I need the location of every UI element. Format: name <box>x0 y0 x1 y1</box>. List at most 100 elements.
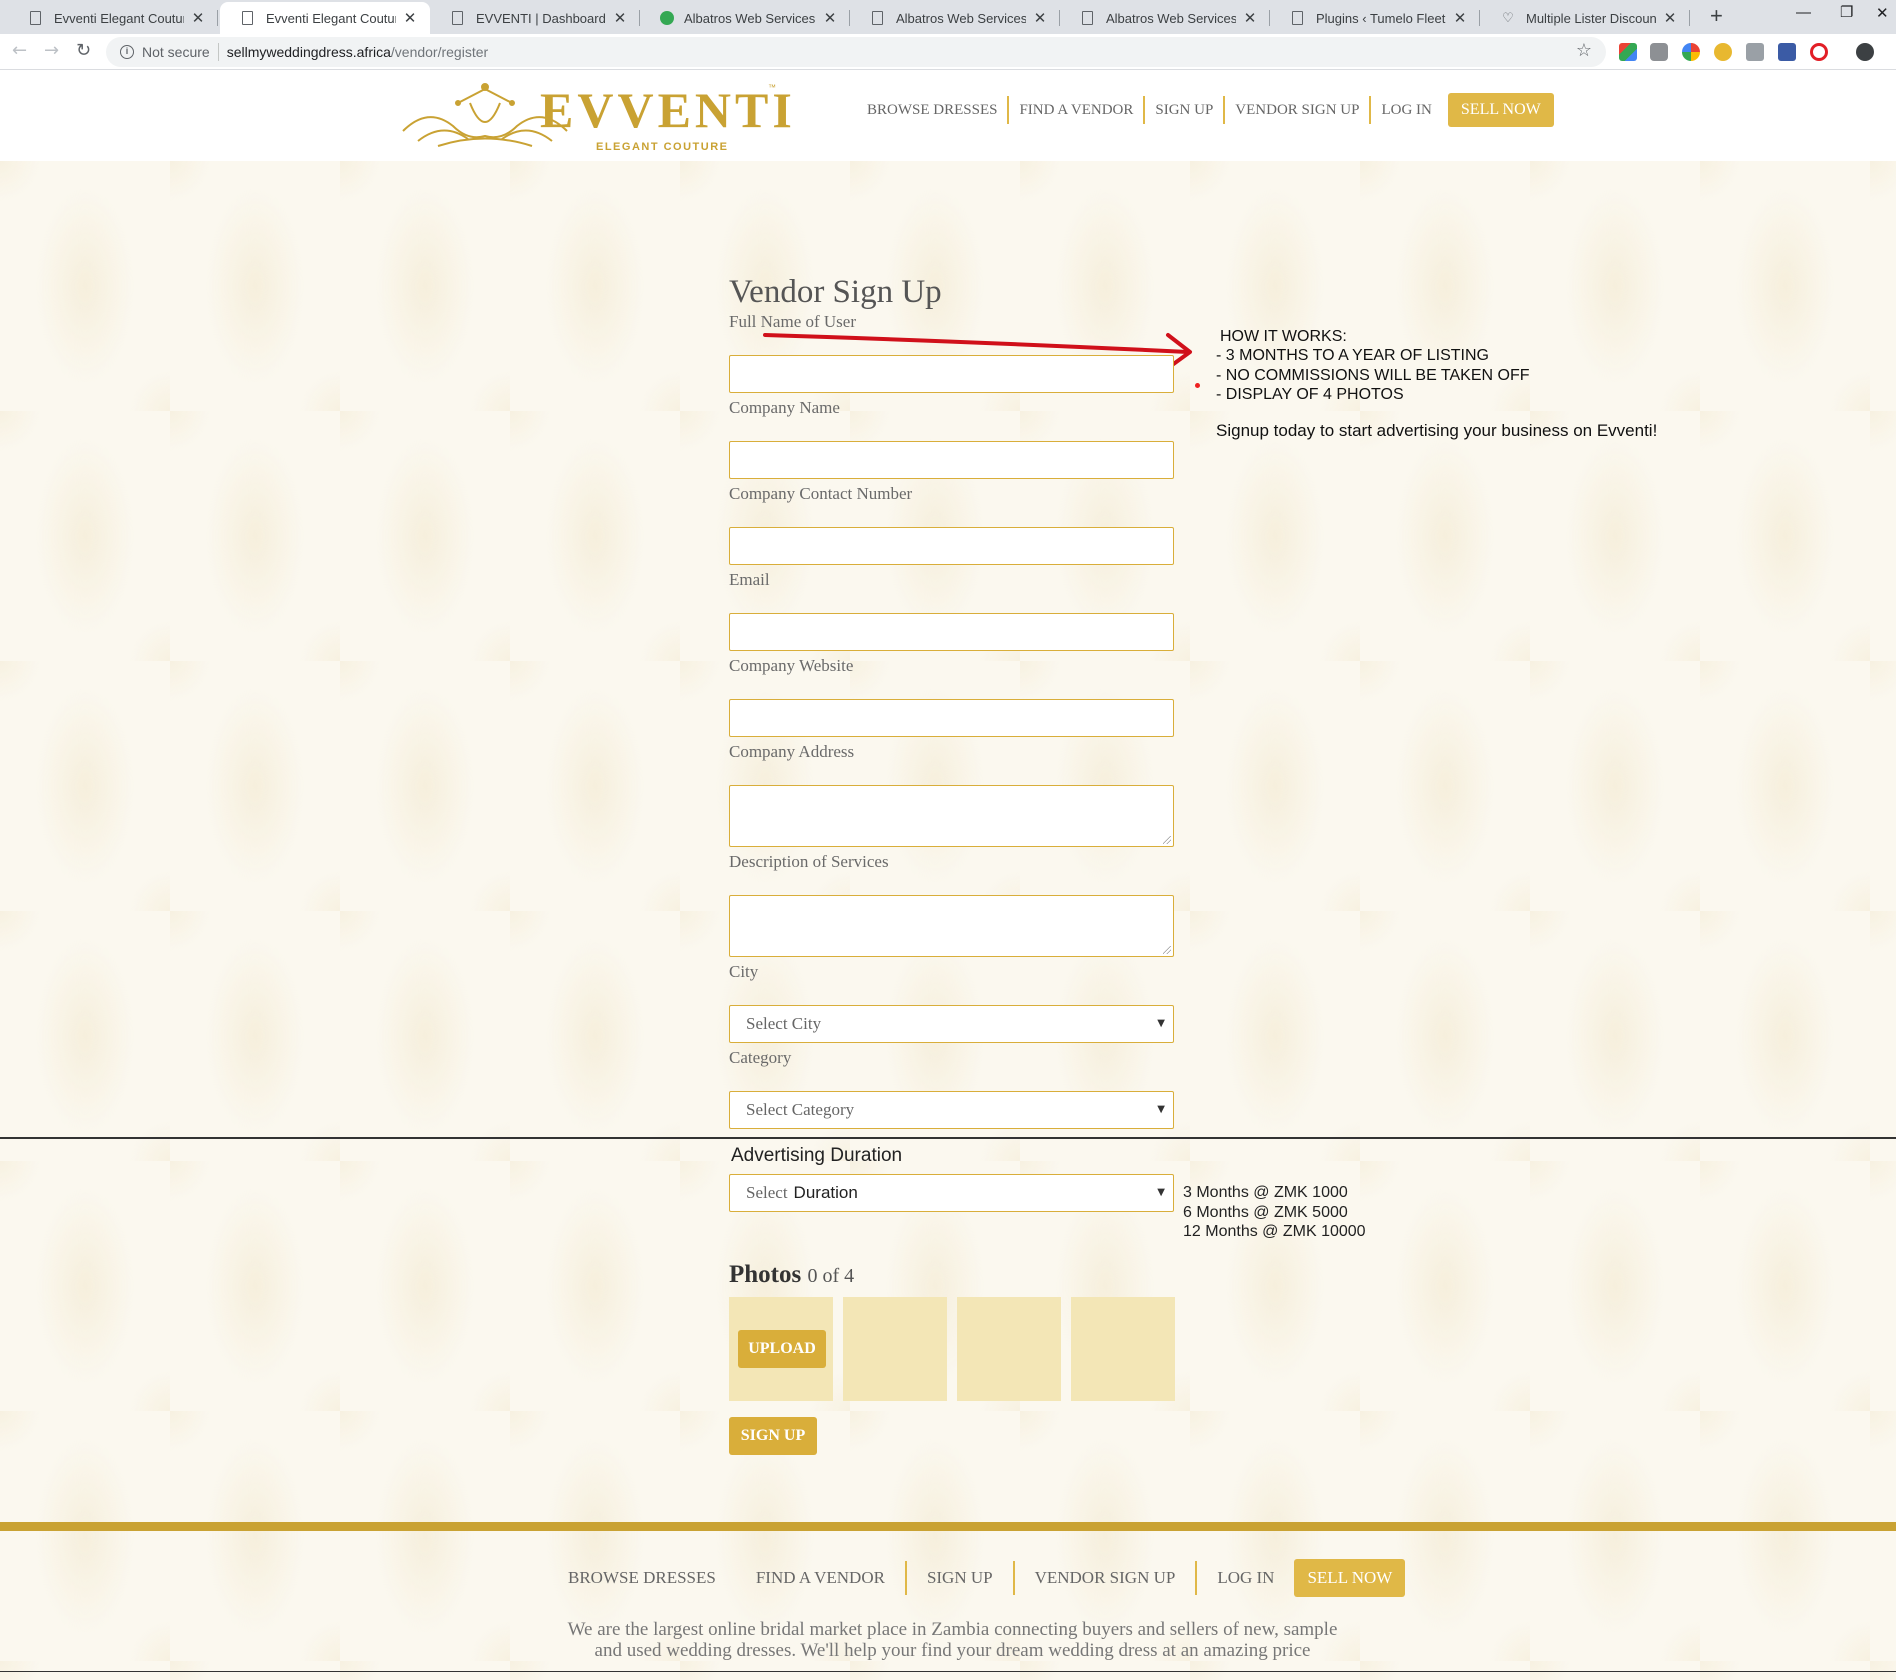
close-icon[interactable]: ✕ <box>1662 9 1678 27</box>
sign-up-submit-button[interactable]: SIGN UP <box>729 1417 817 1455</box>
logo-tagline: ELEGANT COUTURE <box>596 141 729 153</box>
extension-icon[interactable] <box>1619 43 1637 61</box>
browser-tab-strip: Evventi Elegant Couture ✕ Evventi Elegan… <box>0 0 1896 34</box>
duration-label: Advertising Duration <box>731 1145 903 1166</box>
url-path: /vendor/register <box>390 44 489 60</box>
nav-vendor-sign-up[interactable]: VENDOR SIGN UP <box>1225 102 1369 119</box>
browser-tab-active[interactable]: Evventi Elegant Couture ✕ <box>220 2 430 34</box>
minimize-icon[interactable]: — <box>1796 4 1811 21</box>
browser-tab[interactable]: Plugins ‹ Tumelo Fleet Solu ✕ <box>1270 2 1480 34</box>
price-option: 12 Months @ ZMK 10000 <box>1183 1223 1366 1240</box>
coin-extension-icon[interactable] <box>1714 43 1732 61</box>
tab-title: Evventi Elegant Couture <box>266 10 396 26</box>
browser-tab[interactable]: Evventi Elegant Couture ✕ <box>8 2 218 34</box>
tab-title: Albatros Web Services <box>684 10 816 26</box>
city-select[interactable]: Select City ▼ <box>729 1005 1174 1043</box>
oc-extension-icon[interactable] <box>1778 43 1796 61</box>
close-icon[interactable]: ✕ <box>402 9 418 27</box>
city-select-value: Select City <box>746 1014 822 1033</box>
nav-find-vendor[interactable]: FIND A VENDOR <box>1009 102 1143 119</box>
footer-description: We are the largest online bridal market … <box>567 1619 1338 1661</box>
nav-sign-up[interactable]: SIGN UP <box>1145 102 1223 119</box>
info-icon[interactable]: i <box>120 45 134 59</box>
nav-browse-dresses[interactable]: BROWSE DRESSES <box>857 102 1007 119</box>
bottom-divider-line <box>0 1671 1896 1672</box>
photo-slot <box>843 1297 947 1401</box>
footer-nav-log-in[interactable]: LOG IN <box>1197 1568 1294 1588</box>
upload-button[interactable]: UPLOAD <box>738 1330 826 1368</box>
close-icon[interactable]: ✕ <box>1242 9 1258 27</box>
contact-number-input[interactable] <box>729 527 1174 565</box>
browser-toolbar: ← → ↻ i Not secure sellmyweddingdress.af… <box>0 34 1896 70</box>
nav-log-in[interactable]: LOG IN <box>1371 102 1441 119</box>
resize-grip-icon[interactable] <box>1163 946 1171 954</box>
footer-nav-vendor-sign-up[interactable]: VENDOR SIGN UP <box>1015 1568 1196 1588</box>
tab-title: Multiple Lister Discount - S <box>1526 10 1656 26</box>
close-icon[interactable]: ✕ <box>1452 9 1468 27</box>
company-name-input[interactable] <box>729 441 1174 479</box>
photo-slot: UPLOAD <box>729 1297 833 1401</box>
footer-nav-browse-dresses[interactable]: BROWSE DRESSES <box>548 1568 736 1588</box>
description-label: Description of Services <box>729 852 889 871</box>
red-dot <box>1195 383 1200 388</box>
close-icon[interactable]: ✕ <box>190 9 206 27</box>
photos-title: Photos <box>729 1261 802 1288</box>
close-icon[interactable]: ✕ <box>822 9 838 27</box>
full-name-input[interactable] <box>729 355 1174 393</box>
tab-title: Evventi Elegant Couture <box>54 10 184 26</box>
email-input[interactable] <box>729 613 1174 651</box>
page-icon <box>1292 11 1303 25</box>
page-icon <box>1082 11 1093 25</box>
category-select[interactable]: Select Category ▼ <box>729 1091 1174 1129</box>
forward-icon[interactable]: → <box>44 40 59 61</box>
price-option: 3 Months @ ZMK 1000 <box>1183 1184 1348 1201</box>
browser-tab[interactable]: ♡ Multiple Lister Discount - S ✕ <box>1480 2 1690 34</box>
window-close-icon[interactable]: ✕ <box>1876 4 1889 22</box>
heart-icon: ♡ <box>1502 10 1514 25</box>
dropdown-caret-icon: ▼ <box>1157 1187 1165 1198</box>
footer-band <box>0 1522 1896 1531</box>
logo-wordmark: EVVENTI <box>540 82 796 138</box>
logo-trademark: ™ <box>768 83 776 92</box>
tab-title: EVVENTI | Dashboard <box>476 10 606 26</box>
site-header: EVVENTI ™ ELEGANT COUTURE BROWSE DRESSES… <box>0 71 1896 161</box>
restore-icon[interactable]: ❐ <box>1840 3 1853 21</box>
signup-cta-text: Signup today to start advertising your b… <box>1216 421 1658 440</box>
green-circle-icon <box>660 11 674 25</box>
contact-number-label: Company Contact Number <box>729 484 913 503</box>
price-option: 6 Months @ ZMK 5000 <box>1183 1203 1348 1221</box>
footer-sell-now-button[interactable]: SELL NOW <box>1294 1559 1406 1597</box>
tab-title: Plugins ‹ Tumelo Fleet Solu <box>1316 10 1446 26</box>
address-textarea[interactable] <box>729 785 1174 847</box>
photos-heading: Photos 0 of 4 <box>729 1261 854 1289</box>
new-tab-icon[interactable]: + <box>1710 3 1723 29</box>
page-icon <box>452 11 463 25</box>
resize-grip-icon[interactable] <box>1163 836 1171 844</box>
footer-nav-find-vendor[interactable]: FIND A VENDOR <box>736 1568 905 1588</box>
website-input[interactable] <box>729 699 1174 737</box>
reload-icon[interactable]: ↻ <box>76 40 91 61</box>
how-it-works-heading: HOW IT WORKS: <box>1220 328 1347 345</box>
sell-now-button[interactable]: SELL NOW <box>1447 93 1554 127</box>
back-icon[interactable]: ← <box>12 40 27 61</box>
browser-tab[interactable]: Albatros Web Services ✕ <box>1060 2 1270 34</box>
profile-avatar[interactable] <box>1856 43 1874 61</box>
address-bar[interactable]: i Not secure sellmyweddingdress.africa/v… <box>106 37 1606 67</box>
tab-title: Albatros Web Services <box>1106 10 1236 26</box>
browser-tab[interactable]: EVVENTI | Dashboard ✕ <box>430 2 640 34</box>
footer-nav-sign-up[interactable]: SIGN UP <box>907 1568 1013 1588</box>
close-icon[interactable]: ✕ <box>1032 9 1048 27</box>
opera-extension-icon[interactable] <box>1810 43 1828 61</box>
color-extension-icon[interactable] <box>1682 43 1700 61</box>
code-extension-icon[interactable] <box>1746 43 1764 61</box>
camera-extension-icon[interactable] <box>1650 43 1668 61</box>
city-label: City <box>729 962 759 981</box>
duration-select[interactable]: Select Duration ▼ <box>729 1174 1174 1212</box>
bookmark-star-icon[interactable]: ☆ <box>1576 40 1592 61</box>
browser-tab[interactable]: Albatros Web Services ✕ <box>850 2 1060 34</box>
browser-tab[interactable]: Albatros Web Services ✕ <box>640 2 850 34</box>
site-logo[interactable]: EVVENTI ™ ELEGANT COUTURE <box>398 81 792 153</box>
description-textarea[interactable] <box>729 895 1174 957</box>
close-icon[interactable]: ✕ <box>612 9 628 27</box>
page-icon <box>872 11 883 25</box>
